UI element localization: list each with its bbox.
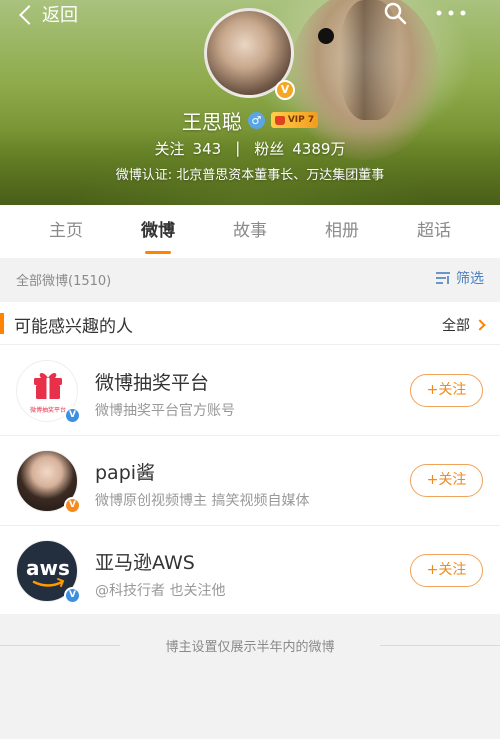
- profile-tabs: 主页 微博 故事 相册 超话: [0, 205, 500, 258]
- suggestions-header: 可能感兴趣的人 全部: [0, 302, 500, 345]
- follow-button[interactable]: +关注: [410, 554, 483, 587]
- user-avatar[interactable]: 微博抽奖平台 V: [16, 360, 81, 424]
- suggestions-all-link[interactable]: 全部: [442, 315, 486, 335]
- suggested-user[interactable]: V papi酱 微博原创视频博主 搞笑视频自媒体 +关注: [0, 436, 500, 526]
- profile-name: 王思聪: [181, 109, 242, 134]
- all-link-label: 全部: [442, 318, 470, 334]
- more-icon[interactable]: [436, 10, 466, 16]
- tab-weibo[interactable]: 微博: [123, 205, 193, 258]
- search-icon[interactable]: [383, 1, 407, 25]
- tab-stories[interactable]: 故事: [215, 205, 285, 258]
- verified-badge-icon: V: [64, 407, 81, 424]
- follow-button[interactable]: +关注: [410, 374, 483, 407]
- stats-separator: |: [235, 139, 241, 157]
- follow-button[interactable]: +关注: [410, 464, 483, 497]
- fans-count: 4389万: [292, 139, 346, 158]
- all-weibo-count[interactable]: 全部微博(1510): [16, 270, 111, 289]
- filter-icon: [436, 272, 450, 284]
- stats-row: 关注 343 | 粉丝 4389万: [0, 137, 500, 159]
- verification-text: 微博认证: 北京普思资本董事长、万达集团董事: [115, 168, 385, 183]
- name-row: 王思聪 ♂ VIP 7: [0, 106, 500, 134]
- back-button[interactable]: 返回: [19, 1, 78, 27]
- filter-button[interactable]: 筛选: [435, 268, 484, 288]
- user-name[interactable]: papi酱: [95, 458, 155, 485]
- user-description: @科技行者 也关注他: [95, 583, 226, 599]
- suggestions-card: 可能感兴趣的人 全部 微博抽奖平台 V 微博抽奖平台 微博抽奖平台官方账号 +关…: [0, 302, 500, 614]
- banner-chipmunk-eye: [318, 28, 334, 44]
- filter-bar: 全部微博(1510) 筛选: [0, 258, 500, 300]
- chevron-left-icon: [19, 4, 39, 25]
- filter-label: 筛选: [456, 271, 484, 287]
- verified-badge-icon: V: [64, 587, 81, 604]
- chevron-right-icon: [474, 319, 486, 331]
- vip-badge[interactable]: VIP 7: [270, 112, 319, 128]
- user-avatar[interactable]: V: [16, 450, 81, 514]
- crown-icon: [274, 115, 285, 125]
- verified-badge-icon: V: [275, 80, 295, 100]
- user-avatar[interactable]: aws V: [16, 540, 81, 604]
- footer-note: 博主设置仅展示半年内的微博: [165, 640, 335, 655]
- divider: [0, 645, 120, 646]
- fans-label: 粉丝: [254, 139, 285, 158]
- user-name[interactable]: 亚马逊AWS: [95, 548, 195, 575]
- tab-album[interactable]: 相册: [307, 205, 377, 258]
- user-description: 微博原创视频博主 搞笑视频自媒体: [95, 493, 310, 509]
- user-name[interactable]: 微博抽奖平台: [95, 368, 209, 395]
- divider: [380, 645, 500, 646]
- follow-count: 343: [192, 139, 222, 158]
- suggested-user[interactable]: aws V 亚马逊AWS @科技行者 也关注他 +关注: [0, 526, 500, 616]
- tab-super-topic[interactable]: 超话: [399, 205, 469, 258]
- footer-note-wrapper: 博主设置仅展示半年内的微博: [0, 636, 500, 655]
- male-icon: ♂: [247, 111, 265, 129]
- fans-stat[interactable]: 粉丝 4389万: [254, 138, 345, 159]
- follow-label: 关注: [154, 139, 185, 158]
- user-description: 微博抽奖平台官方账号: [95, 403, 235, 419]
- verified-badge-icon: V: [64, 497, 81, 514]
- tab-home[interactable]: 主页: [31, 205, 101, 258]
- follow-stat[interactable]: 关注 343: [155, 138, 222, 159]
- suggested-user[interactable]: 微博抽奖平台 V 微博抽奖平台 微博抽奖平台官方账号 +关注: [0, 346, 500, 436]
- back-label: 返回: [42, 5, 78, 26]
- vip-label: VIP 7: [287, 115, 315, 125]
- section-accent-bar: [0, 313, 4, 334]
- suggestions-title: 可能感兴趣的人: [14, 317, 133, 337]
